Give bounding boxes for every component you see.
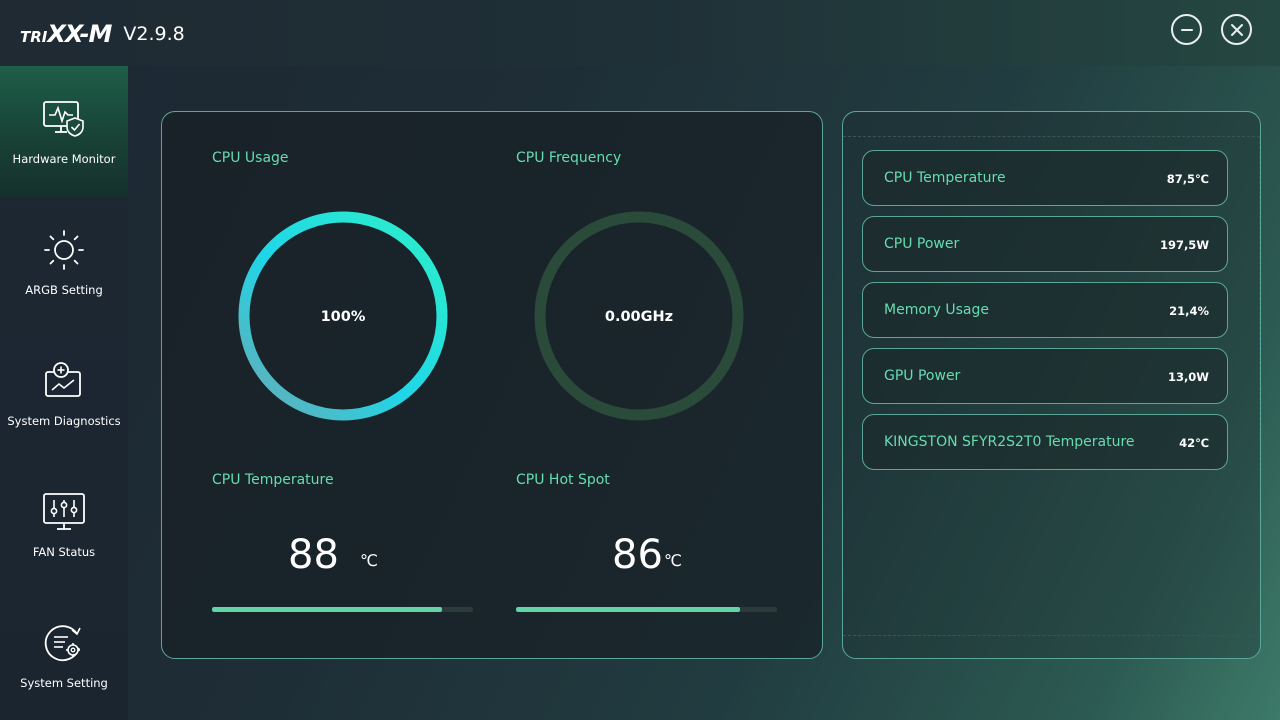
- cpu-hotspot-bar: [516, 607, 777, 612]
- close-button[interactable]: [1221, 14, 1252, 45]
- settings-icon: [44, 624, 81, 661]
- minimize-icon: [1180, 28, 1193, 31]
- stat-card-cpu-temperature: CPU Temperature 87,5℃: [862, 150, 1228, 206]
- cpu-temperature-unit: ℃: [360, 551, 378, 570]
- stat-value: 21,4%: [1169, 304, 1209, 318]
- sidebar-item-label: System Setting: [20, 675, 108, 690]
- close-icon: [1230, 23, 1243, 36]
- stat-name: CPU Power: [884, 236, 960, 252]
- stat-value: 42℃: [1179, 436, 1209, 450]
- sidebar-item-label: System Diagnostics: [7, 413, 121, 428]
- cpu-hotspot-unit: ℃: [664, 551, 682, 570]
- stat-value: 197,5W: [1159, 238, 1209, 252]
- cpu-temperature-value: 88: [288, 532, 339, 578]
- sidebar-item-argb-setting[interactable]: ARGB Setting: [0, 197, 128, 328]
- sidebar-item-label: Hardware Monitor: [12, 152, 116, 167]
- cpu-hotspot-bar-fill: [516, 607, 741, 612]
- stat-name: Memory Usage: [884, 302, 990, 318]
- sidebar-item-label: ARGB Setting: [25, 283, 103, 298]
- stat-name: CPU Temperature: [884, 170, 1006, 186]
- stat-card-ssd-temperature: KINGSTON SFYR2S2T0 Temperature 42℃: [862, 414, 1228, 470]
- app-version: V2.9.8: [123, 23, 185, 45]
- title-bar: TRIXX-M V2.9.8: [0, 0, 1280, 66]
- stat-value: 87,5℃: [1166, 172, 1209, 186]
- app-logo: TRIXX-M V2.9.8: [20, 17, 185, 51]
- sun-icon: [44, 230, 84, 271]
- cpu-temperature-bar: [212, 607, 473, 612]
- cpu-frequency-value: 0.00GHz: [604, 309, 674, 325]
- cpu-temperature-label: CPU Temperature: [212, 472, 334, 488]
- diagnostics-icon: [45, 362, 81, 397]
- sidebar: Hardware Monitor ARGB Setting System Dia…: [0, 66, 128, 720]
- sidebar-item-system-diagnostics[interactable]: System Diagnostics: [0, 328, 128, 459]
- sidebar-item-system-setting[interactable]: System Setting: [0, 589, 128, 720]
- fan-sliders-icon: [43, 492, 85, 530]
- stat-name: GPU Power: [884, 368, 961, 384]
- sidebar-item-label: FAN Status: [32, 544, 96, 559]
- cpu-temperature-bar-fill: [212, 607, 442, 612]
- logo-wordmark: TRIXX-M: [20, 20, 112, 48]
- stat-name: KINGSTON SFYR2S2T0 Temperature: [884, 434, 1135, 450]
- stat-card-gpu-power: GPU Power 13,0W: [862, 348, 1228, 404]
- stat-card-cpu-power: CPU Power 197,5W: [862, 216, 1228, 272]
- stat-card-memory-usage: Memory Usage 21,4%: [862, 282, 1228, 338]
- cpu-usage-label: CPU Usage: [212, 150, 289, 166]
- cpu-hotspot-label: CPU Hot Spot: [516, 472, 610, 488]
- hardware-monitor-icon: [43, 101, 84, 138]
- sidebar-item-hardware-monitor[interactable]: Hardware Monitor: [0, 66, 128, 197]
- stat-value: 13,0W: [1167, 370, 1209, 384]
- sidebar-item-fan-status[interactable]: FAN Status: [0, 458, 128, 589]
- cpu-usage-value: 100%: [320, 309, 366, 325]
- cpu-frequency-label: CPU Frequency: [516, 150, 622, 166]
- cpu-hotspot-value: 86: [612, 532, 663, 578]
- minimize-button[interactable]: [1171, 14, 1202, 45]
